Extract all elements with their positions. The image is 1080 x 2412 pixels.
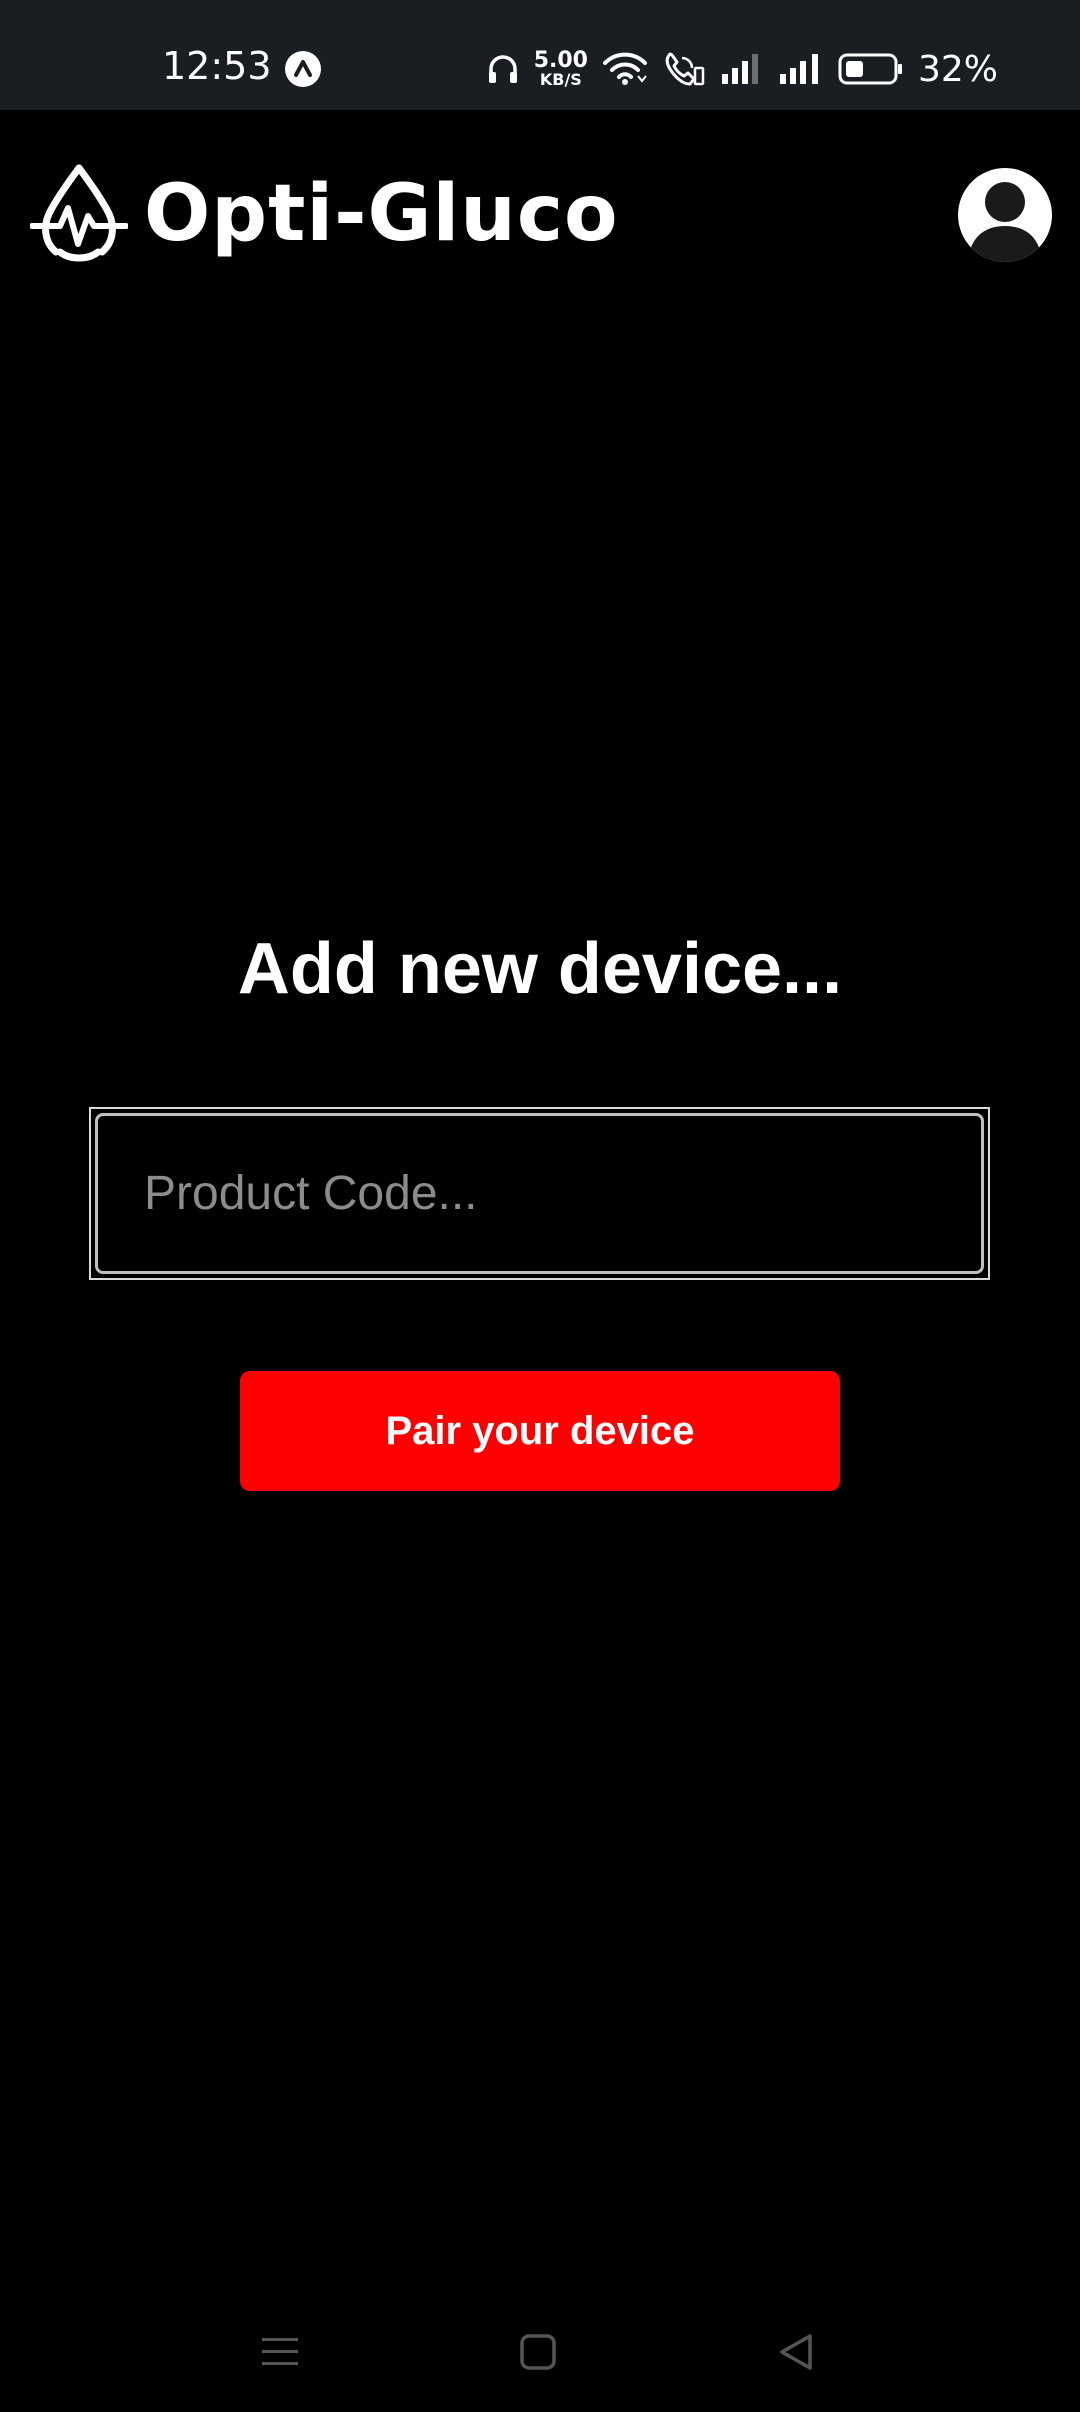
signal-sim2-icon [779,54,818,84]
system-nav-bar [0,2300,1080,2412]
network-speed-value: 5.00 [533,48,588,73]
avatar-silhouette [968,182,1042,262]
network-speed-unit: KB/S [539,70,582,89]
menu-icon[interactable] [250,2322,310,2382]
screen: 12:53 5.00 KB/S 32% Opti-Gluco Add new d… [0,0,1080,2412]
pair-device-button[interactable]: Pair your device [240,1371,840,1491]
battery-icon [838,53,902,85]
app-header: Opti-Gluco [0,110,1080,310]
product-code-field [89,1107,990,1280]
wifi-calling-icon [665,52,705,86]
back-icon[interactable] [766,2322,826,2382]
wifi-icon [602,52,647,85]
app-name: Opti-Gluco [144,169,619,259]
signal-sim1-icon [721,54,758,84]
status-time: 12:53 [162,44,272,88]
status-icons: 5.00 KB/S 32% [486,44,998,94]
user-avatar-icon[interactable] [958,168,1052,262]
headphones-icon [488,55,517,83]
network-speed: 5.00 KB/S [534,50,588,88]
battery-percent: 32% [917,48,998,90]
notification-app-icon [285,51,321,87]
heartbeat-drop-icon [30,164,128,262]
product-code-input[interactable] [95,1113,984,1274]
home-icon[interactable] [508,2322,568,2382]
app-logo: Opti-Gluco [30,164,619,264]
page-title: Add new device... [237,929,843,1009]
status-bar: 12:53 5.00 KB/S 32% [0,0,1080,110]
